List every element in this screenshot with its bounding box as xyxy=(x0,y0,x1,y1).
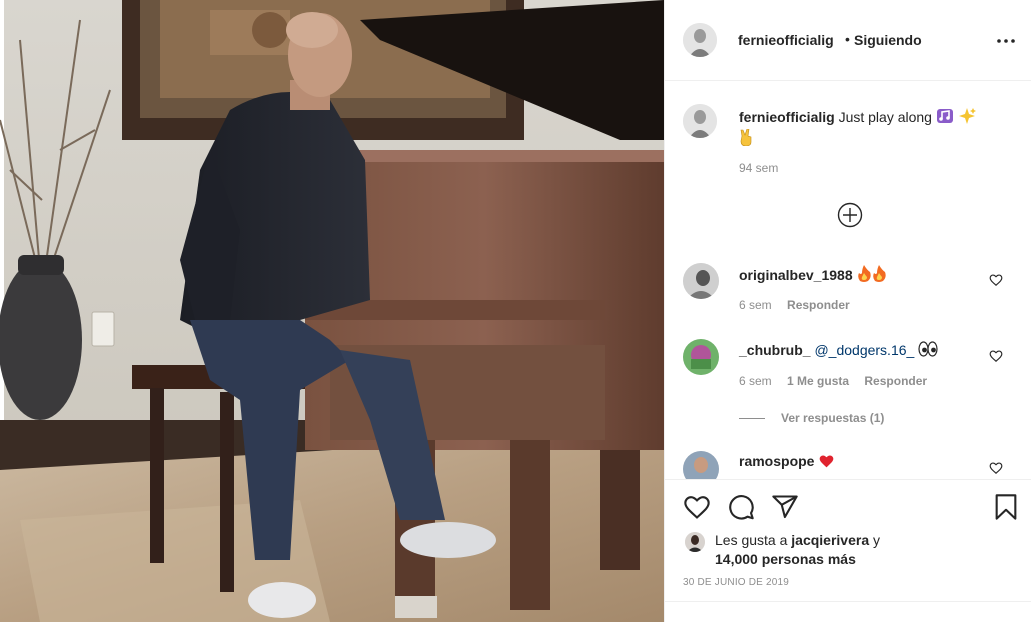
add-comment-bar[interactable] xyxy=(665,601,1031,622)
commenter-avatar[interactable] xyxy=(683,339,719,375)
comment-icon[interactable] xyxy=(727,493,755,521)
fire-icon xyxy=(857,265,872,285)
eyes-icon xyxy=(918,341,938,360)
caption-text: Just play along xyxy=(838,109,932,125)
reply-button[interactable]: Responder xyxy=(787,298,850,312)
heart-outline-icon[interactable] xyxy=(989,273,1003,287)
post-image xyxy=(0,0,664,622)
commenter-avatar[interactable] xyxy=(683,263,719,299)
heart-outline-icon[interactable] xyxy=(989,461,1003,475)
comment-text: _chubrub_ @_dodgers.16_ xyxy=(739,341,938,360)
author-avatar[interactable] xyxy=(683,23,717,57)
musical-notes-icon xyxy=(936,108,954,129)
share-icon[interactable] xyxy=(771,493,799,521)
more-options-icon[interactable] xyxy=(994,32,1018,48)
comment-text: originalbev_1988 xyxy=(739,265,887,285)
commenter-avatar[interactable] xyxy=(683,451,719,479)
sparkles-icon xyxy=(958,108,976,129)
plus-circle-icon[interactable] xyxy=(837,202,863,228)
comment-mention[interactable]: @_dodgers.16_ xyxy=(814,342,914,358)
comment-text: ramospope xyxy=(739,453,835,471)
caption-timestamp[interactable]: 94 sem xyxy=(739,161,778,175)
view-replies-label[interactable]: Ver respuestas (1) xyxy=(781,411,884,425)
likes-summary: Les gusta a jacqierivera y 14,000 person… xyxy=(715,531,965,569)
post-photo[interactable] xyxy=(0,0,664,622)
comment-username[interactable]: originalbev_1988 xyxy=(739,267,853,283)
comment-meta: 6 sem Responder xyxy=(739,298,862,312)
bookmark-icon[interactable] xyxy=(992,493,1020,521)
comment-likes[interactable]: 1 Me gusta xyxy=(787,374,849,388)
likes-conjunction: y xyxy=(873,532,881,548)
comment-username[interactable]: ramospope xyxy=(739,453,814,469)
likes-count[interactable]: 14,000 personas más xyxy=(715,551,856,567)
replies-divider xyxy=(739,418,765,420)
post-actions: Les gusta a jacqierivera y 14,000 person… xyxy=(665,479,1031,601)
following-button[interactable]: Siguiendo xyxy=(854,32,922,48)
fire-icon xyxy=(872,265,887,285)
caption-username[interactable]: fernieofficialig xyxy=(739,109,835,125)
comment-timestamp[interactable]: 6 sem xyxy=(739,298,772,312)
comment-meta: 6 sem 1 Me gusta Responder xyxy=(739,374,939,388)
heart-outline-icon[interactable] xyxy=(989,349,1003,363)
header-separator: • xyxy=(845,31,850,47)
reply-button[interactable]: Responder xyxy=(864,374,927,388)
comment-timestamp[interactable]: 6 sem xyxy=(739,374,772,388)
liker-username[interactable]: jacqierivera xyxy=(791,532,869,548)
caption-avatar[interactable] xyxy=(683,104,717,138)
post-date[interactable]: 30 DE JUNIO DE 2019 xyxy=(683,577,789,588)
red-heart-icon xyxy=(818,453,835,471)
post-header: fernieofficialig • Siguiendo xyxy=(665,0,1031,81)
likes-prefix: Les gusta a xyxy=(715,532,788,548)
author-username[interactable]: fernieofficialig xyxy=(738,32,834,48)
comment-username[interactable]: _chubrub_ xyxy=(739,342,811,358)
view-replies-button[interactable]: Ver respuestas (1) xyxy=(739,411,884,425)
heart-icon[interactable] xyxy=(683,493,711,521)
victory-hand-icon xyxy=(739,128,753,151)
post-caption: fernieofficialig Just play along xyxy=(739,108,1009,151)
post-details-panel: fernieofficialig • Siguiendo fernieoffic… xyxy=(664,0,1031,622)
comments-list[interactable]: fernieofficialig Just play along 94 sem … xyxy=(665,82,1031,479)
liker-avatar[interactable] xyxy=(685,532,705,552)
